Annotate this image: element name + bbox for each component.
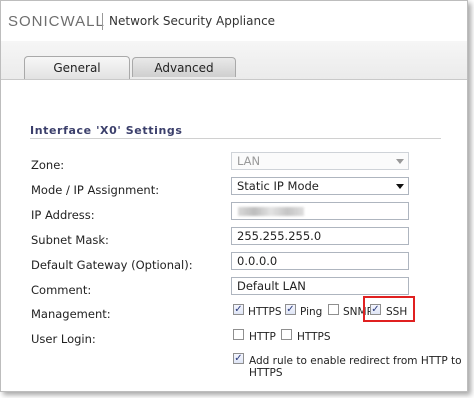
snmp-management-checkbox[interactable]: [328, 304, 339, 315]
https-management-checkbox[interactable]: ✓: [233, 304, 244, 315]
comment-field[interactable]: Default LAN: [231, 277, 409, 295]
sonicwall-logo: SONICWALL: [8, 13, 105, 30]
ping-management-label: Ping: [300, 306, 323, 318]
zone-select: LAN: [231, 152, 409, 170]
tab-advanced[interactable]: Advanced: [132, 57, 236, 77]
gateway-field[interactable]: 0.0.0.0: [231, 252, 409, 270]
https-login-label: HTTPS: [297, 331, 331, 343]
user-login-label: User Login:: [31, 332, 96, 346]
header-divider: [102, 13, 103, 30]
blurred-ip-value: [238, 207, 304, 216]
subnet-mask-field[interactable]: 255.255.255.0: [231, 227, 409, 245]
https-management-label: HTTPS: [248, 306, 282, 318]
mode-select[interactable]: Static IP Mode: [231, 177, 409, 195]
tab-general[interactable]: General: [24, 56, 130, 79]
ping-management-checkbox[interactable]: ✓: [285, 304, 296, 315]
zone-value: LAN: [237, 154, 261, 168]
gateway-label: Default Gateway (Optional):: [31, 258, 193, 272]
mode-label: Mode / IP Assignment:: [31, 183, 160, 197]
zone-label: Zone:: [31, 158, 65, 172]
app-window: SONICWALL Network Security Appliance Gen…: [0, 0, 468, 392]
ip-label: IP Address:: [31, 208, 95, 222]
app-header: SONICWALL Network Security Appliance: [1, 1, 467, 41]
chevron-down-icon: [396, 159, 404, 164]
ip-address-field[interactable]: [231, 202, 409, 220]
comment-label: Comment:: [31, 283, 92, 297]
management-label: Management:: [31, 307, 111, 321]
subnet-label: Subnet Mask:: [31, 233, 109, 247]
redirect-checkbox[interactable]: ✓: [233, 353, 244, 364]
redirect-label: Add rule to enable redirect from HTTP to…: [249, 355, 462, 379]
https-login-checkbox[interactable]: [281, 329, 292, 340]
http-login-checkbox[interactable]: [233, 329, 244, 340]
section-divider: [30, 138, 441, 139]
section-title: Interface 'X0' Settings: [30, 124, 183, 137]
ssh-highlight-box: [363, 296, 415, 322]
mode-value: Static IP Mode: [237, 179, 319, 193]
http-login-label: HTTP: [249, 331, 276, 343]
chevron-down-icon: [396, 184, 404, 189]
app-title: Network Security Appliance: [109, 14, 276, 28]
